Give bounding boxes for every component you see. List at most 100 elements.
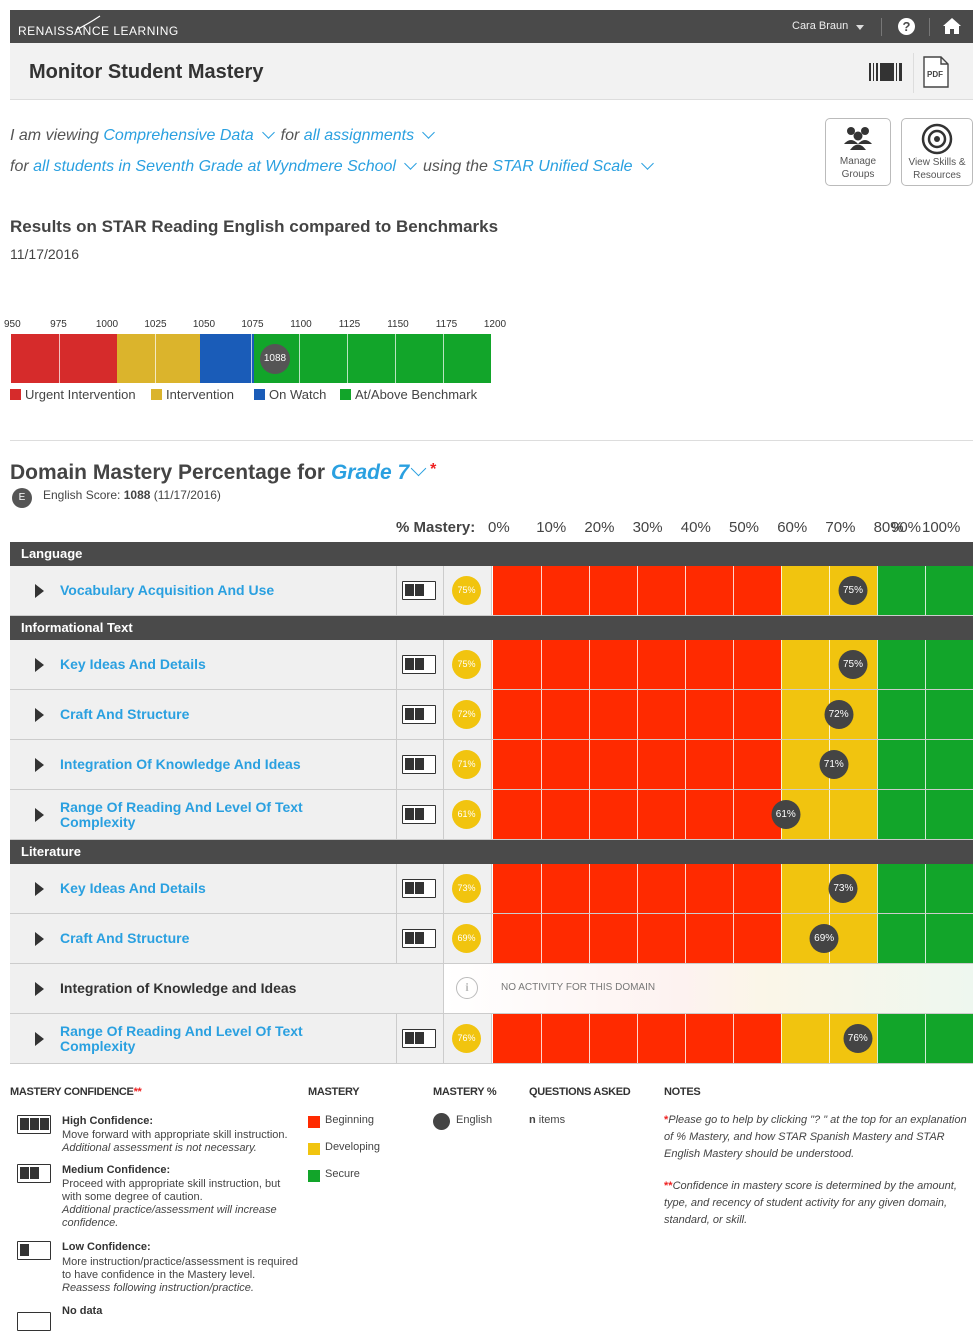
grid-line <box>877 914 878 963</box>
expand-arrow-icon[interactable] <box>35 658 44 672</box>
domain-name[interactable]: Range Of Reading And Level Of Text Compl… <box>60 1024 360 1054</box>
expand-arrow-icon[interactable] <box>35 808 44 822</box>
grid-line <box>589 566 590 615</box>
expand-arrow-icon[interactable] <box>35 1032 44 1046</box>
mastery-marker: 75% <box>838 576 868 605</box>
chevron-down-icon[interactable] <box>404 157 417 170</box>
domain-row[interactable]: Range Of Reading And Level Of Text Compl… <box>10 790 973 840</box>
grid-line <box>589 790 590 839</box>
mastery-tick: 90% <box>891 519 922 536</box>
domain-name[interactable]: Craft And Structure <box>60 707 360 722</box>
benchmark-tick: 1100 <box>290 319 312 330</box>
grade-dropdown[interactable]: Grade 7 <box>331 461 409 484</box>
grid-line <box>637 640 638 689</box>
domain-row[interactable]: Range Of Reading And Level Of Text Compl… <box>10 1014 973 1064</box>
filter-text: for <box>10 158 29 175</box>
expand-arrow-icon[interactable] <box>35 584 44 598</box>
domain-name-cell[interactable]: Key Ideas And Details <box>10 864 397 913</box>
domain-name-cell[interactable]: Integration Of Knowledge And Ideas <box>10 740 397 789</box>
mastery-tick: 50% <box>729 519 760 536</box>
grid-line <box>685 640 686 689</box>
grid-line <box>637 914 638 963</box>
domain-row[interactable]: Key Ideas And Details 73% 73% <box>10 864 973 914</box>
grid-line <box>637 566 638 615</box>
score-value: 1088 <box>123 488 151 502</box>
chevron-down-icon[interactable] <box>261 126 275 139</box>
bar <box>415 584 424 596</box>
barcode-scan-icon[interactable] <box>868 61 904 83</box>
domain-name-cell[interactable]: Key Ideas And Details <box>10 640 397 689</box>
expand-arrow-icon[interactable] <box>35 758 44 772</box>
chevron-down-icon[interactable] <box>640 157 654 170</box>
benchmark-tick: 1075 <box>241 319 264 330</box>
grid-line <box>829 640 830 689</box>
expand-arrow-icon[interactable] <box>35 932 44 946</box>
grid-line <box>733 864 734 913</box>
domain-name-cell[interactable]: Craft And Structure <box>10 914 397 963</box>
domain-name[interactable]: Craft And Structure <box>60 931 360 946</box>
section-header: Language <box>10 542 973 566</box>
students-dropdown[interactable]: all students in Seventh Grade at Wyndmer… <box>33 158 396 175</box>
domain-name[interactable]: Integration of Knowledge and Ideas <box>60 981 360 996</box>
domain-name-cell[interactable]: Integration of Knowledge and Ideas <box>10 964 444 1013</box>
domain-name-cell[interactable]: Range Of Reading And Level Of Text Compl… <box>10 790 397 839</box>
domain-row[interactable]: Key Ideas And Details 75% 75% <box>10 640 973 690</box>
data-type-dropdown[interactable]: Comprehensive Data <box>103 127 253 144</box>
assignments-dropdown[interactable]: all assignments <box>304 127 414 144</box>
domain-name[interactable]: Key Ideas And Details <box>60 657 360 672</box>
mastery-tick: 0% <box>488 519 510 536</box>
swatch <box>254 389 265 400</box>
view-skills-button[interactable]: View Skills & Resources <box>901 118 973 186</box>
bar <box>405 758 414 770</box>
domain-name[interactable]: Key Ideas And Details <box>60 881 360 896</box>
grid-line <box>877 690 878 739</box>
domain-row[interactable]: Vocabulary Acquisition And Use 75% 75% <box>10 566 973 616</box>
mastery-bar: 61% <box>493 790 973 839</box>
domain-row[interactable]: Craft And Structure 69% 69% <box>10 914 973 964</box>
domain-name[interactable]: Vocabulary Acquisition And Use <box>60 583 360 598</box>
items-label: items <box>538 1114 566 1126</box>
expand-arrow-icon[interactable] <box>35 982 44 996</box>
mastery-bar: 75% <box>493 640 973 689</box>
caret-down-icon[interactable] <box>856 25 864 30</box>
help-icon[interactable]: ? <box>898 18 915 35</box>
confidence-cell <box>397 790 444 839</box>
mastery-pct-badge: 72% <box>452 700 481 729</box>
mastery-tick: 70% <box>825 519 856 536</box>
mastery-bar: 73% <box>493 864 973 913</box>
domain-name[interactable]: Integration Of Knowledge And Ideas <box>60 757 360 772</box>
scale-dropdown[interactable]: STAR Unified Scale <box>492 158 632 175</box>
domain-row[interactable]: Integration of Knowledge and Ideas i NO AC… <box>10 964 973 1014</box>
benchmark-tick: 1150 <box>387 319 409 330</box>
chevron-down-icon[interactable] <box>410 460 427 477</box>
header-text: MASTERY CONFIDENCE <box>10 1086 134 1098</box>
info-icon[interactable]: i <box>456 977 478 999</box>
grid-line <box>637 1014 638 1063</box>
mastery-pct-badge: 61% <box>452 800 481 829</box>
mastery-pct-cell: 61% <box>444 790 492 839</box>
legend-benchmark: At/Above Benchmark <box>340 387 477 402</box>
mastery-pct-badge: 73% <box>452 874 481 903</box>
user-menu[interactable]: Cara Braun <box>792 20 848 32</box>
domain-row[interactable]: Integration Of Knowledge And Ideas 71% 71% <box>10 740 973 790</box>
home-icon[interactable] <box>942 17 962 35</box>
expand-arrow-icon[interactable] <box>35 708 44 722</box>
domain-name-cell[interactable]: Vocabulary Acquisition And Use <box>10 566 397 615</box>
domain-row[interactable]: Craft And Structure 72% 72% <box>10 690 973 740</box>
grid-line <box>541 640 542 689</box>
legend-label: Urgent Intervention <box>25 387 136 402</box>
grid-line <box>925 640 926 689</box>
benchmark-tick: 1000 <box>95 319 119 330</box>
bar <box>415 932 424 944</box>
note-2: **Confidence in mastery score is determi… <box>664 1178 969 1229</box>
pdf-export-button[interactable]: PDF <box>922 56 950 88</box>
expand-arrow-icon[interactable] <box>35 882 44 896</box>
domain-name-cell[interactable]: Range Of Reading And Level Of Text Compl… <box>10 1014 397 1063</box>
grid-line <box>781 740 782 789</box>
filter-text: for <box>280 127 300 144</box>
chevron-down-icon[interactable] <box>422 126 435 139</box>
domain-name-cell[interactable]: Craft And Structure <box>10 690 397 739</box>
manage-groups-button[interactable]: Manage Groups <box>825 118 891 186</box>
english-score: English Score: 1088 (11/17/2016) <box>43 488 221 502</box>
domain-name[interactable]: Range Of Reading And Level Of Text Compl… <box>60 800 360 830</box>
